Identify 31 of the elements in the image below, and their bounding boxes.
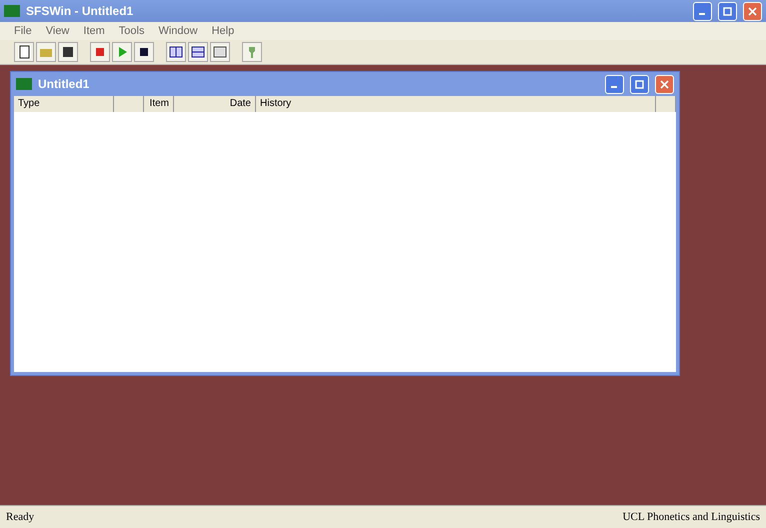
minimize-button[interactable] [693, 2, 712, 20]
close-button[interactable] [655, 74, 674, 94]
toolbar-button[interactable] [58, 42, 78, 62]
toolbar-button[interactable] [210, 42, 230, 62]
maximize-button[interactable] [630, 74, 649, 94]
status-text: Ready [6, 511, 34, 523]
minimize-button[interactable] [605, 74, 624, 94]
document-title: Untitled1 [38, 77, 90, 91]
menu-item[interactable]: Tools [112, 25, 150, 37]
toolbar-button[interactable] [188, 42, 208, 62]
toolbar-button[interactable] [134, 42, 154, 62]
maximize-button[interactable] [718, 2, 737, 20]
status-text: UCL Phonetics and Linguistics [622, 511, 760, 523]
app-icon [16, 78, 32, 90]
close-icon [660, 80, 669, 88]
menu-item[interactable]: Help [206, 25, 240, 37]
menu-item[interactable]: Item [77, 25, 111, 37]
toolbar-button[interactable] [14, 42, 34, 62]
window-icon [212, 44, 228, 60]
maximize-icon [635, 80, 644, 88]
grid-icon [168, 44, 184, 60]
maximize-icon [723, 6, 732, 16]
menu-item[interactable]: View [40, 25, 76, 37]
list-icon [190, 44, 206, 60]
toolbar-button[interactable] [166, 42, 186, 62]
app-icon [4, 5, 20, 17]
close-icon [748, 6, 757, 16]
close-button[interactable] [743, 2, 762, 20]
window-title: SFSWin - Untitled1 [26, 4, 134, 18]
menu-item[interactable]: File [8, 25, 38, 37]
menu-item[interactable]: Window [152, 25, 204, 37]
